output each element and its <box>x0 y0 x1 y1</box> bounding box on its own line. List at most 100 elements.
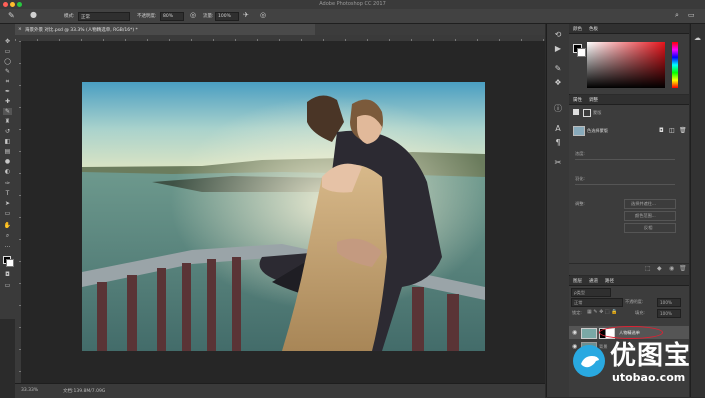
move-icon[interactable]: ✥ <box>3 38 12 45</box>
mode-label: 模式: <box>64 14 75 19</box>
actions-icon[interactable]: ▶ <box>553 44 563 54</box>
pressure-opacity-icon[interactable]: ◎ <box>190 11 196 19</box>
screen-mode-icon[interactable]: ▭ <box>3 282 12 289</box>
path-select-icon[interactable]: ➤ <box>3 200 12 207</box>
brush-preset-picker[interactable]: ● <box>30 10 37 19</box>
refine-label: 调整: <box>575 201 585 206</box>
watermark-logo: 优图宝 utobao.com <box>568 338 705 397</box>
quick-select-icon[interactable]: ✎ <box>3 68 12 75</box>
eyedropper-icon[interactable]: ✒ <box>3 88 12 95</box>
tools-panel: ✥ ▭ ◯ ✎ ⌗ ✒ ✚ ✎ ♜ ↺ ◧ ▤ ● ◐ ✑ T ➤ ▭ ✋ ⌕ … <box>0 24 16 319</box>
properties-panel-header: 属性 调整 <box>569 95 689 105</box>
opacity-label: 不透明度: <box>137 14 157 19</box>
vector-mask-icon[interactable] <box>583 109 591 117</box>
tab-adjustments[interactable]: 调整 <box>589 97 598 103</box>
background-color-swatch[interactable] <box>6 259 14 267</box>
opacity-field[interactable]: 80% <box>160 12 184 21</box>
airbrush-icon[interactable]: ✈ <box>243 11 249 19</box>
layers-panel-header: 图层 通道 路径 <box>569 276 689 286</box>
fill-label: 填充: <box>635 310 645 315</box>
opacity-value: 80% <box>163 14 174 19</box>
history-brush-icon[interactable]: ↺ <box>3 128 12 135</box>
marquee-icon[interactable]: ▭ <box>3 48 12 55</box>
brush-tool-icon[interactable]: ✎ <box>8 11 15 20</box>
layer-opacity-field[interactable]: 100% <box>657 298 681 307</box>
flow-label: 流量: <box>203 14 214 19</box>
fill-field[interactable]: 100% <box>657 309 681 318</box>
color-range-label: 颜色范围... <box>635 213 656 218</box>
mode-select-value: 正常 <box>81 15 90 20</box>
visibility-icon[interactable]: ◉ <box>669 265 674 272</box>
character-icon[interactable]: A <box>553 124 563 134</box>
delete-mask-icon[interactable]: 🗑 <box>679 127 687 134</box>
watermark-brand-text: 优图宝 <box>610 341 692 371</box>
lasso-icon[interactable]: ◯ <box>3 58 12 65</box>
document-tab[interactable]: × 海景外景 对比.psd @ 33.3% (人物精选单, RGB/16*) * <box>15 24 315 35</box>
tab-color[interactable]: 颜色 <box>573 26 582 32</box>
shape-icon[interactable]: ▭ <box>3 210 12 217</box>
eye-icon[interactable]: ◉ <box>572 329 577 336</box>
more-tools-icon[interactable]: … <box>3 242 12 249</box>
apply-icon[interactable]: ◆ <box>657 265 662 272</box>
lock-icons[interactable]: ▦ ✎ ✥ ⬚ 🔒 <box>587 309 617 315</box>
tab-layers[interactable]: 图层 <box>573 278 582 284</box>
background-color-chip[interactable] <box>577 48 586 57</box>
color-panel-header: 颜色 色板 <box>569 24 689 34</box>
mode-select[interactable]: 正常 <box>78 12 130 21</box>
healing-icon[interactable]: ✚ <box>3 98 12 105</box>
document-info[interactable]: 文档:139.8M/7.09G <box>63 388 105 394</box>
brush-settings-icon[interactable]: ❖ <box>553 78 563 88</box>
info-icon[interactable]: ⓘ <box>553 104 563 114</box>
density-slider[interactable] <box>575 159 675 160</box>
load-selection-icon[interactable]: ⬚ <box>645 265 651 272</box>
feather-slider[interactable] <box>575 184 675 185</box>
properties-panel: 属性 调整 蒙版 色选择蒙版 ◘ ◫ 🗑 浓度: 羽化: 调整: 选择并遮住..… <box>569 95 689 275</box>
brush-icon[interactable]: ✎ <box>3 108 12 115</box>
brushes-icon[interactable]: ✎ <box>553 64 563 74</box>
pen-icon[interactable]: ✑ <box>3 180 12 187</box>
layer-filter-select[interactable]: ρ类型 <box>571 288 611 297</box>
color-field[interactable] <box>587 42 665 88</box>
paragraph-icon[interactable]: ¶ <box>553 138 563 148</box>
tab-channels[interactable]: 通道 <box>589 278 598 284</box>
layer-opacity-value: 100% <box>660 300 672 305</box>
zoom-icon[interactable]: ⌕ <box>3 232 12 239</box>
gradient-icon[interactable]: ▤ <box>3 148 12 155</box>
properties-divider <box>569 263 689 264</box>
tab-paths[interactable]: 路径 <box>605 278 614 284</box>
fill-value: 100% <box>660 311 672 316</box>
libraries-icon[interactable]: ☁ <box>694 34 701 42</box>
tab-properties[interactable]: 属性 <box>573 97 582 103</box>
eraser-icon[interactable]: ◧ <box>3 138 12 145</box>
feather-label: 羽化: <box>575 176 585 181</box>
apply-mask-icon[interactable]: ◫ <box>669 127 675 134</box>
close-tab-icon[interactable]: × <box>18 27 22 32</box>
hue-slider[interactable] <box>672 42 678 88</box>
dodge-icon[interactable]: ◐ <box>3 168 12 175</box>
trash-icon[interactable]: 🗑 <box>679 265 687 272</box>
quick-mask-icon[interactable]: ◘ <box>3 271 12 278</box>
color-range-button[interactable]: 颜色范围... <box>624 211 676 221</box>
hand-icon[interactable]: ✋ <box>3 222 12 229</box>
pressure-size-icon[interactable]: ◎ <box>260 11 266 19</box>
flow-field[interactable]: 100% <box>215 12 239 21</box>
history-icon[interactable]: ⟲ <box>553 30 563 40</box>
invert-label: 反相 <box>644 225 653 230</box>
pixel-mask-icon[interactable] <box>573 109 579 115</box>
workspace-icon[interactable]: ▭ <box>688 11 695 19</box>
mask-layer-label: 色选择蒙版 <box>587 128 608 133</box>
zoom-level[interactable]: 33.33% <box>21 388 38 393</box>
invert-button[interactable]: 反相 <box>624 223 676 233</box>
blur-icon[interactable]: ● <box>3 158 12 165</box>
blend-mode-select[interactable]: 正常 <box>571 298 623 307</box>
search-icon[interactable]: ⌕ <box>675 11 679 20</box>
type-icon[interactable]: T <box>3 190 12 197</box>
select-and-mask-button[interactable]: 选择并遮住... <box>624 199 676 209</box>
document-image[interactable] <box>82 82 485 351</box>
tab-swatches[interactable]: 色板 <box>589 26 598 32</box>
add-mask-icon[interactable]: ◘ <box>659 127 664 134</box>
layer-thumbnail-icon <box>573 126 585 136</box>
tool-presets-icon[interactable]: ✂ <box>553 158 563 168</box>
crop-icon[interactable]: ⌗ <box>3 78 12 85</box>
stamp-icon[interactable]: ♜ <box>3 118 12 125</box>
